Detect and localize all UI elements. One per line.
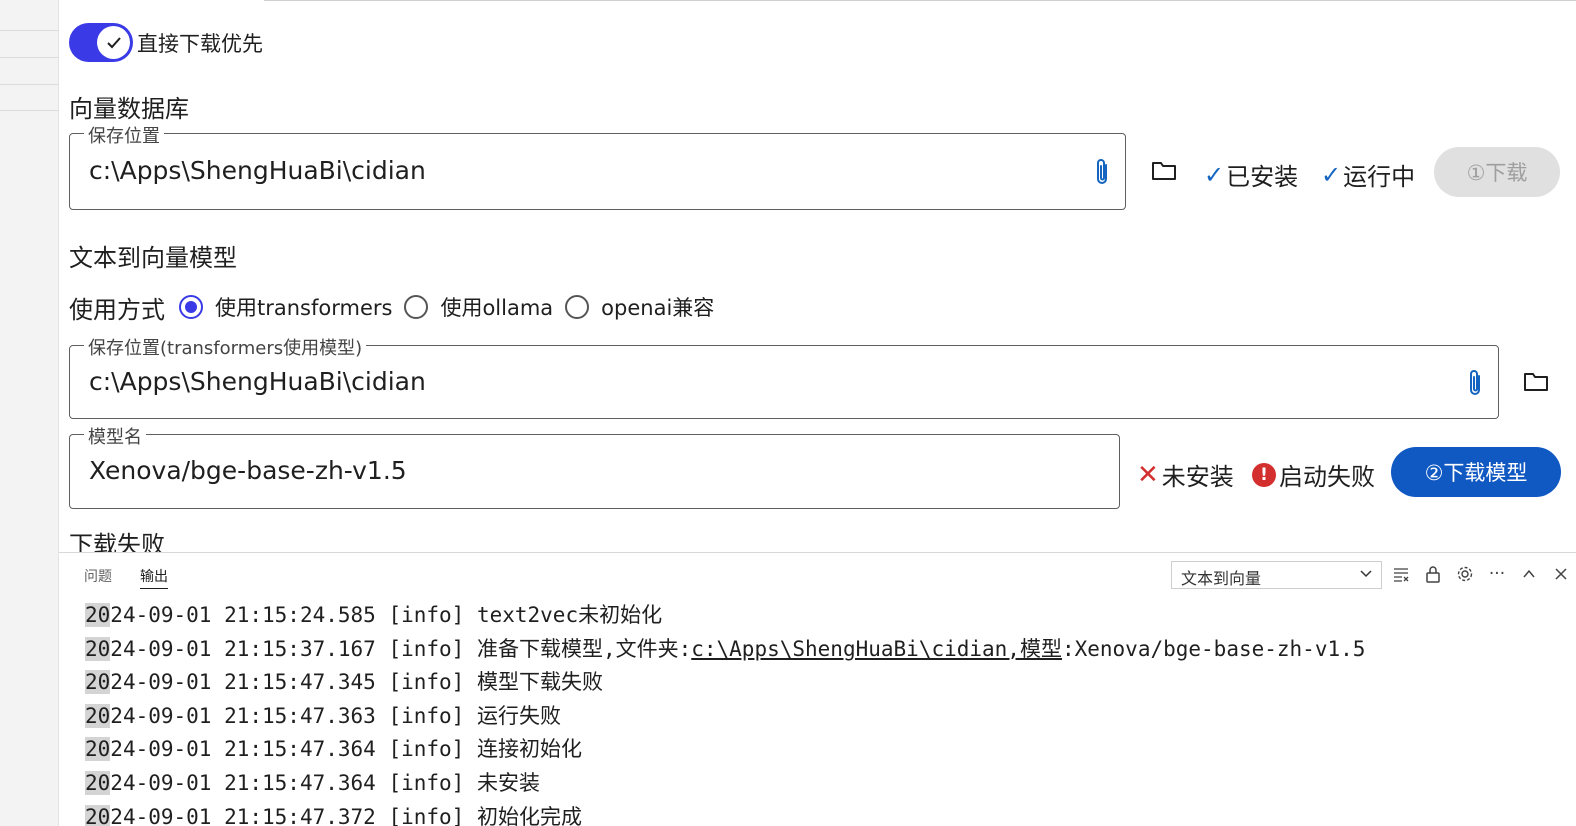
radio-ollama[interactable]: [404, 295, 429, 319]
usage-mode-label: 使用方式: [69, 295, 165, 324]
not-installed-status-text: 未安装: [1161, 463, 1234, 491]
usage-mode-group: 使用方式 使用transformers 使用ollama openai兼容: [69, 290, 726, 324]
installed-status: ✓ 已安装: [1204, 157, 1298, 192]
left-sidebar-strip: [0, 0, 59, 826]
output-log: 2024-09-01 21:15:24.585 [info] text2vec未…: [85, 599, 1565, 826]
log-line: 2024-09-01 21:15:47.372 [info] 初始化完成: [85, 801, 1565, 826]
log-line: 2024-09-01 21:15:47.363 [info] 运行失败: [85, 703, 561, 728]
output-channel-select[interactable]: 文本到向量: [1171, 561, 1382, 589]
folder-icon[interactable]: [1151, 160, 1177, 182]
log-path-link[interactable]: c:\Apps\ShengHuaBi\cidian,模型: [691, 637, 1062, 661]
log-line: 2024-09-01 21:15:47.364 [info] 连接初始化: [85, 737, 582, 762]
model-name-field[interactable]: 模型名 Xenova/bge-base-zh-v1.5: [69, 423, 1120, 509]
log-line: 2024-09-01 21:15:37.167 [info] 准备下载模型,文件…: [85, 636, 1366, 661]
sidebar-divider: [0, 84, 59, 85]
vector-db-path-value: c:\Apps\ShengHuaBi\cidian: [89, 156, 426, 185]
sidebar-divider: [0, 30, 59, 31]
toggle-knob: [97, 26, 130, 59]
output-panel: 问题 输出 文本到向量 ··· 2024-09-01 21:15:24.585 …: [59, 552, 1576, 826]
model-path-field[interactable]: 保存位置(transformers使用模型) c:\Apps\ShengHuaB…: [69, 334, 1499, 419]
chevron-up-icon[interactable]: [1517, 562, 1541, 586]
close-icon[interactable]: [1549, 562, 1573, 586]
settings-panel: 直接下载优先 向量数据库 保存位置 c:\Apps\ShengHuaBi\cid…: [59, 0, 1576, 552]
check-icon: [106, 36, 121, 48]
folder-icon[interactable]: [1523, 371, 1549, 393]
log-line: 2024-09-01 21:15:47.345 [info] 模型下载失败: [85, 670, 603, 695]
log-line: 2024-09-01 21:15:24.585 [info] text2vec未…: [85, 603, 663, 627]
lock-icon[interactable]: [1421, 562, 1445, 586]
radio-ollama-label[interactable]: 使用ollama: [440, 292, 553, 322]
start-failed-status-text: 启动失败: [1279, 463, 1375, 491]
model-path-value: c:\Apps\ShengHuaBi\cidian: [89, 367, 426, 396]
radio-transformers[interactable]: [179, 295, 203, 319]
text2vec-title: 文本到向量模型: [69, 244, 237, 272]
cross-icon: ✕: [1137, 459, 1159, 490]
download-status-text: 下载失败: [69, 531, 165, 552]
top-divider: [264, 0, 1576, 1]
vector-db-title: 向量数据库: [69, 95, 189, 123]
running-status: ✓ 运行中: [1321, 157, 1415, 192]
error-icon: !: [1252, 462, 1276, 487]
model-path-label: 保存位置(transformers使用模型): [84, 334, 367, 360]
not-installed-status: ✕ 未安装: [1137, 457, 1234, 492]
gear-icon[interactable]: [1453, 562, 1477, 586]
download-vector-db-button[interactable]: ①下载: [1434, 147, 1560, 197]
check-icon: ✓: [1321, 160, 1342, 189]
tab-output[interactable]: 输出: [140, 566, 168, 589]
model-name-value: Xenova/bge-base-zh-v1.5: [89, 456, 407, 485]
vector-db-path-field[interactable]: 保存位置 c:\Apps\ShengHuaBi\cidian: [69, 122, 1126, 210]
vector-db-path-label: 保存位置: [84, 122, 164, 148]
radio-transformers-label[interactable]: 使用transformers: [215, 292, 392, 322]
sidebar-divider: [0, 57, 59, 58]
radio-openai[interactable]: [565, 295, 590, 319]
direct-download-toggle[interactable]: [69, 23, 133, 62]
installed-status-text: 已安装: [1226, 163, 1299, 191]
check-icon: ✓: [1204, 160, 1225, 189]
paperclip-icon[interactable]: [1092, 157, 1112, 187]
model-name-label: 模型名: [84, 423, 146, 449]
chevron-down-icon: [1360, 570, 1372, 578]
word-wrap-icon[interactable]: [1389, 562, 1413, 586]
download-model-button[interactable]: ②下载模型: [1391, 447, 1561, 497]
direct-download-label: 直接下载优先: [137, 32, 263, 56]
start-failed-status: ! 启动失败: [1252, 457, 1375, 492]
log-line: 2024-09-01 21:15:47.364 [info] 未安装: [85, 770, 540, 795]
output-channel-value: 文本到向量: [1181, 569, 1262, 588]
tab-problems[interactable]: 问题: [84, 566, 112, 586]
radio-openai-label[interactable]: openai兼容: [601, 292, 714, 322]
paperclip-icon[interactable]: [1465, 368, 1485, 398]
sidebar-divider: [0, 110, 59, 111]
more-icon[interactable]: ···: [1485, 562, 1509, 586]
running-status-text: 运行中: [1343, 163, 1416, 191]
